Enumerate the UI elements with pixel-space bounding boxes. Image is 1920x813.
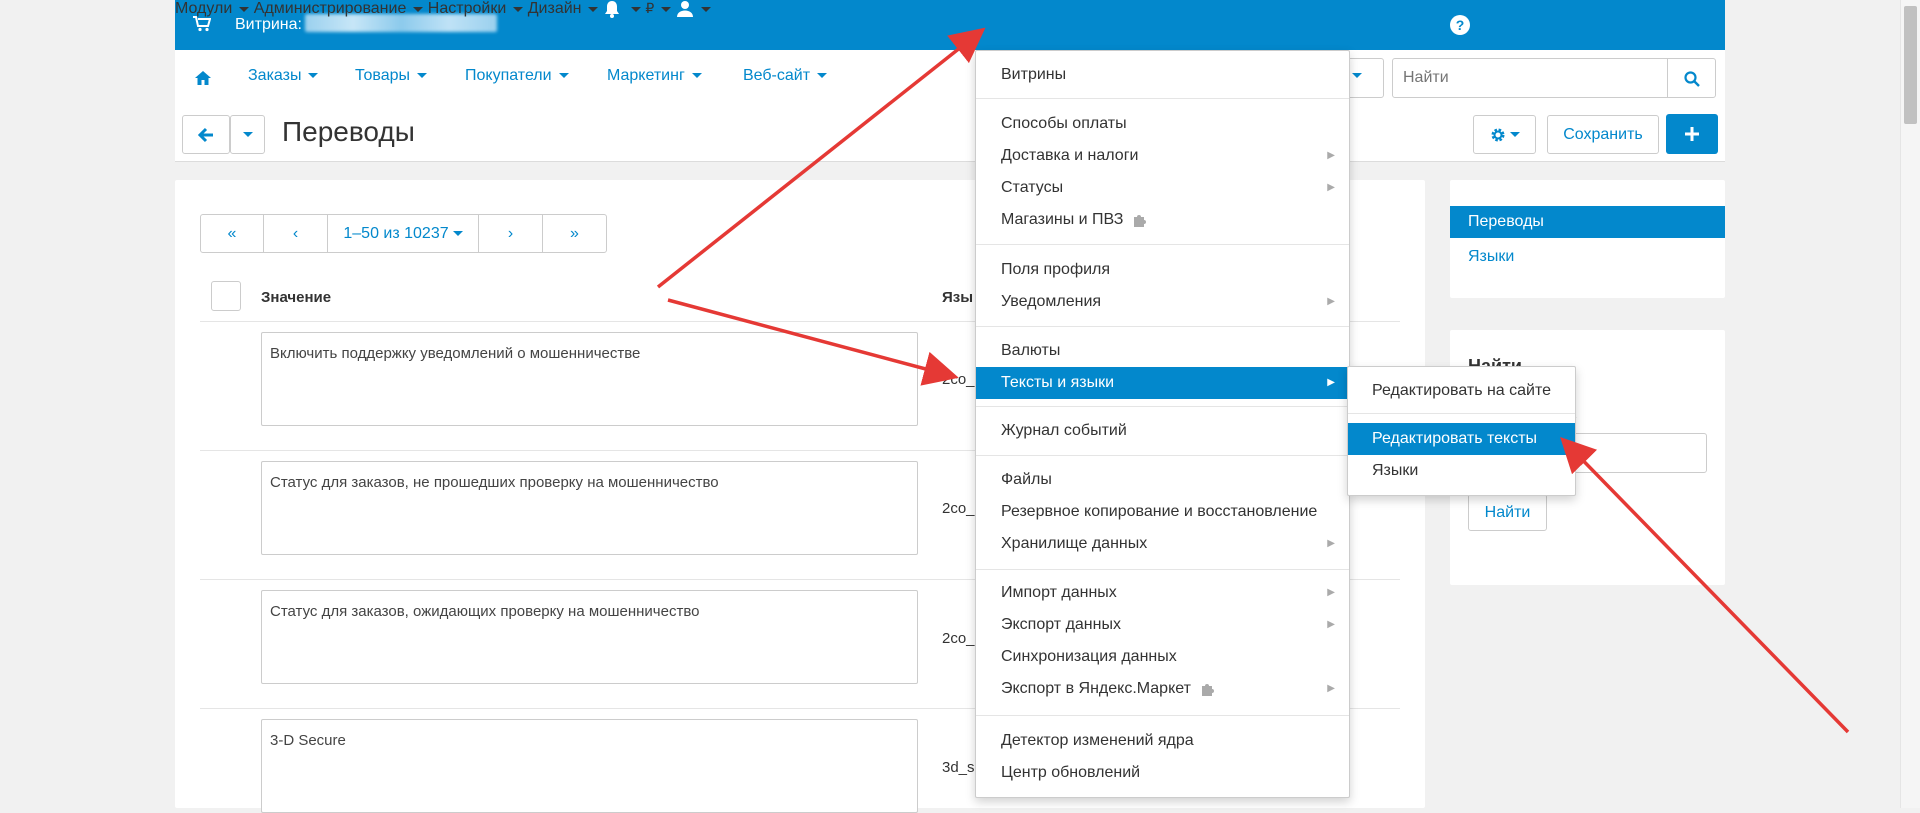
scrollbar-thumb[interactable] — [1904, 6, 1917, 124]
scrollbar-track[interactable] — [1900, 0, 1920, 808]
annotation-arrows — [656, 27, 1850, 734]
annotation-arrow — [1560, 436, 1850, 734]
annotation-arrow — [656, 27, 986, 289]
annotation-arrow — [667, 298, 959, 386]
